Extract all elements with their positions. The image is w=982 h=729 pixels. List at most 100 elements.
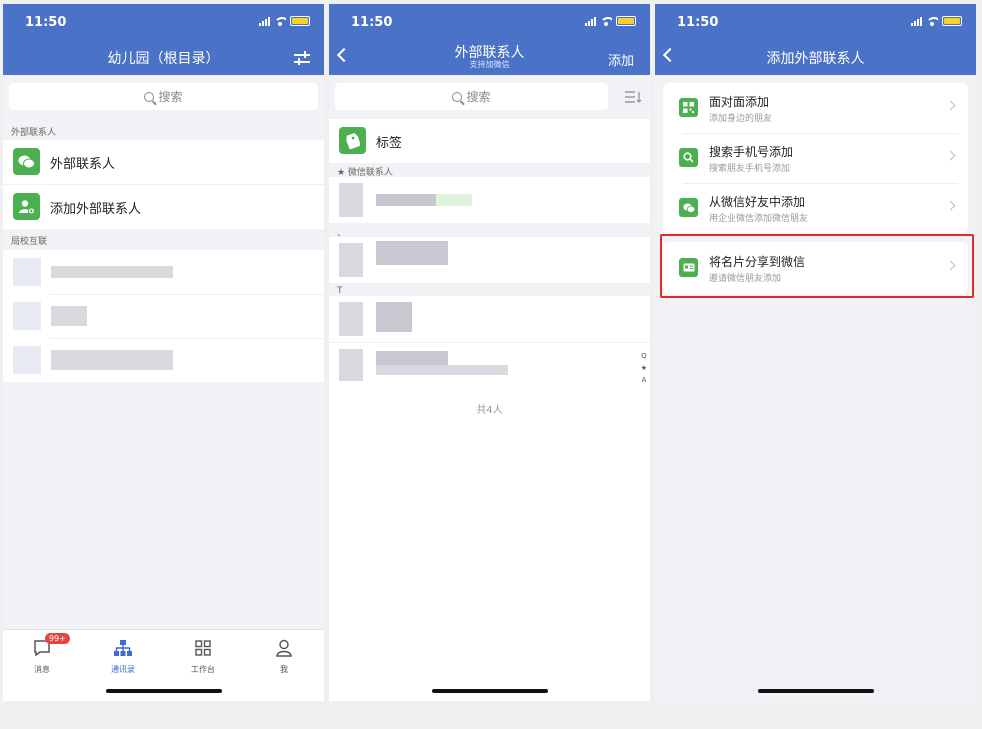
avatar (339, 183, 363, 217)
signal-icon (911, 16, 922, 26)
avatar (13, 258, 41, 286)
status-icons (911, 16, 962, 26)
blurred-name (376, 241, 448, 265)
wifi-icon (600, 16, 612, 26)
sort-list-icon[interactable] (624, 89, 642, 103)
blurred-name (51, 350, 173, 370)
divider (50, 338, 324, 339)
screen-external-contacts: 11:50 外部联系人 支持加微信 添加 搜索 标签 ★ 微信联系人 、 T Q… (329, 4, 650, 701)
add-button[interactable]: 添加 (608, 50, 634, 69)
nav-bar: 11:50 幼儿园（根目录） (3, 4, 324, 75)
option-search-phone[interactable]: 搜索手机号添加 搜索朋友手机号添加 (663, 133, 968, 183)
list-item-tags[interactable]: 标签 (329, 119, 650, 163)
avatar (13, 302, 41, 330)
search-input[interactable]: 搜索 (335, 83, 608, 110)
wifi-icon (274, 16, 286, 26)
nav-bar: 11:50 添加外部联系人 (655, 4, 976, 75)
search-input[interactable]: 搜索 (9, 83, 318, 110)
wechat-icon (679, 198, 698, 217)
index-letter[interactable]: ★ (641, 362, 647, 374)
avatar (339, 349, 363, 381)
section-header-school: 局校互联 (11, 237, 48, 247)
list-item-label: 标签 (376, 136, 403, 151)
list-item-label: 添加外部联系人 (50, 202, 142, 217)
blurred-name (376, 194, 436, 206)
option-desc: 添加身边的朋友 (709, 114, 773, 124)
qrcode-icon (679, 98, 698, 117)
page-subtitle: 支持加微信 (469, 60, 510, 69)
list-item-add-external[interactable]: 添加外部联系人 (3, 185, 324, 229)
tab-label: 工作台 (191, 665, 215, 674)
divider (50, 294, 324, 295)
option-face-to-face[interactable]: 面对面添加 添加身边的朋友 (663, 83, 968, 133)
avatar (339, 302, 363, 336)
option-desc: 搜索朋友手机号添加 (709, 164, 791, 174)
list-item-label: 外部联系人 (50, 157, 116, 172)
contact-row[interactable] (329, 343, 650, 387)
section-header-t: T (337, 286, 343, 296)
chevron-right-icon (945, 150, 956, 161)
filter-settings-icon[interactable] (294, 51, 310, 65)
wifi-icon (926, 16, 938, 26)
bottom-area (329, 661, 650, 701)
blurred-contacts-list[interactable] (3, 250, 324, 382)
home-indicator (757, 689, 874, 693)
tab-workbench[interactable]: 工作台 (173, 638, 233, 675)
chevron-right-icon (945, 200, 956, 211)
list-item-external-contacts[interactable]: 外部联系人 (3, 140, 324, 184)
battery-icon (942, 16, 962, 26)
tab-messages[interactable]: 99+ 消息 (12, 633, 72, 675)
index-letter[interactable]: Q (641, 350, 647, 362)
screen-contacts-root: 11:50 幼儿园（根目录） 搜索 外部联系人 外部联系人 添加外部联系人 局校… (3, 4, 324, 701)
contact-row[interactable] (329, 296, 650, 342)
chat-bubble-icon: 99+ (32, 633, 70, 658)
section-header-external: 外部联系人 (11, 128, 57, 138)
blurred-name (51, 266, 173, 278)
search-icon (144, 91, 155, 102)
empty-area: 共4人 (329, 387, 650, 661)
person-icon (274, 638, 294, 658)
search-icon (679, 148, 698, 167)
signal-icon (259, 16, 270, 26)
signal-icon (585, 16, 596, 26)
option-from-wechat[interactable]: 从微信好友中添加 用企业微信添加微信朋友 (663, 183, 968, 233)
chevron-right-icon (945, 100, 956, 111)
status-time: 11:50 (351, 15, 393, 30)
tab-bar: 99+ 消息 通讯录 工作台 我 (3, 629, 324, 701)
org-chart-icon (113, 638, 133, 658)
tab-label: 通讯录 (111, 665, 135, 674)
home-indicator (105, 689, 222, 693)
search-icon (452, 91, 463, 102)
option-title: 从微信好友中添加 (709, 195, 806, 209)
status-time: 11:50 (25, 15, 67, 30)
contact-count: 共4人 (476, 405, 503, 416)
page-title: 幼儿园（根目录） (107, 51, 220, 67)
contact-row[interactable] (329, 237, 650, 283)
blurred-name (376, 302, 412, 332)
avatar (13, 346, 41, 374)
bottom-area (655, 661, 976, 701)
page-title: 添加外部联系人 (766, 51, 865, 67)
status-icons (259, 16, 310, 26)
unread-badge: 99+ (45, 633, 70, 644)
tab-contacts[interactable]: 通讯录 (93, 638, 153, 675)
blurred-name (376, 351, 448, 365)
grid-icon (193, 638, 213, 658)
battery-icon (290, 16, 310, 26)
option-title: 面对面添加 (709, 95, 770, 109)
status-icons (585, 16, 636, 26)
battery-icon (616, 16, 636, 26)
add-user-icon (13, 193, 40, 220)
wechat-icon (13, 148, 40, 175)
tab-label: 消息 (34, 665, 50, 674)
screen-add-external: 11:50 添加外部联系人 面对面添加 添加身边的朋友 搜索手机号添加 搜索朋友… (655, 4, 976, 701)
option-desc: 用企业微信添加微信朋友 (709, 214, 809, 224)
contact-row[interactable] (329, 177, 650, 223)
index-letter[interactable]: A (641, 374, 647, 386)
blurred-subtitle (376, 365, 508, 375)
blurred-name (436, 194, 472, 206)
add-options-card: 面对面添加 添加身边的朋友 搜索手机号添加 搜索朋友手机号添加 从微信好友中添加… (663, 83, 968, 233)
search-placeholder: 搜索 (466, 90, 491, 104)
tab-me[interactable]: 我 (254, 638, 314, 675)
option-title: 搜索手机号添加 (709, 145, 794, 159)
